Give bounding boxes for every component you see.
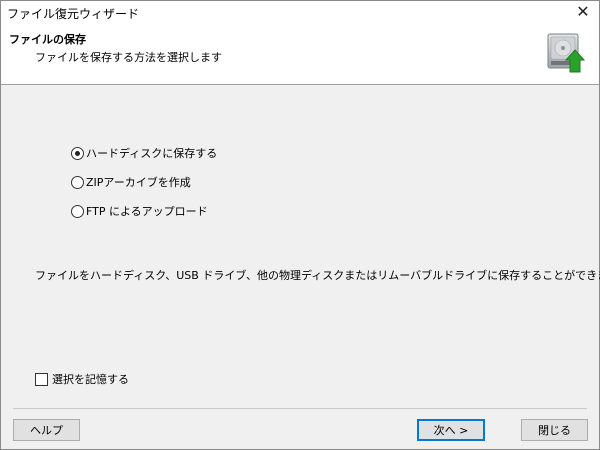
window-title: ファイル復元ウィザード [7, 7, 140, 21]
remember-checkbox[interactable] [35, 372, 48, 386]
title-bar: ファイル復元ウィザード ✕ [1, 1, 599, 23]
radio-ftp-upload[interactable] [71, 204, 84, 218]
option-ftp-upload[interactable]: FTP によるアップロード [71, 202, 208, 220]
close-window-button[interactable]: ✕ [573, 2, 593, 22]
option-label: ハードディスクに保存する [86, 147, 218, 160]
option-label: FTP によるアップロード [86, 205, 208, 218]
option-label: ZIPアーカイブを作成 [86, 176, 191, 189]
option-description: ファイルをハードディスク、USB ドライブ、他の物理ディスクまたはリムーバブルド… [35, 269, 600, 282]
next-button[interactable]: 次へ > [417, 419, 485, 441]
footer-separator [13, 408, 587, 409]
header-title: ファイルの保存 [9, 33, 86, 46]
wizard-window: ファイル復元ウィザード ✕ ファイルの保存 ファイルを保存する方法を選択します … [0, 0, 600, 450]
option-create-zip[interactable]: ZIPアーカイブを作成 [71, 173, 191, 191]
header-subtitle: ファイルを保存する方法を選択します [35, 51, 222, 64]
help-button[interactable]: ヘルプ [13, 419, 80, 441]
hard-drive-export-icon [547, 33, 586, 73]
wizard-header: ファイルの保存 ファイルを保存する方法を選択します [1, 23, 599, 85]
remember-label: 選択を記憶する [52, 373, 129, 386]
radio-save-to-disk[interactable] [71, 146, 84, 160]
close-button[interactable]: 閉じる [521, 419, 588, 441]
remember-choice[interactable]: 選択を記憶する [35, 370, 129, 388]
option-save-to-disk[interactable]: ハードディスクに保存する [71, 144, 217, 162]
radio-create-zip[interactable] [71, 175, 84, 189]
